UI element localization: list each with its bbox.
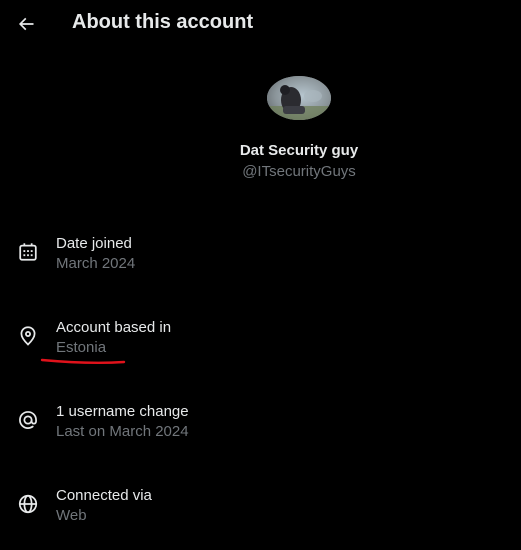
- username-handle: @ITsecurityGuys: [242, 163, 356, 180]
- display-name: Dat Security guy: [239, 142, 359, 159]
- detail-label: Date joined: [56, 235, 132, 252]
- globe-icon: [18, 494, 38, 514]
- detail-label: Connected via: [56, 487, 152, 504]
- detail-value: Last on March 2024: [56, 423, 189, 440]
- red-underline-annotation: [40, 358, 126, 365]
- detail-row-connected-via: Connected via Web: [0, 487, 521, 531]
- detail-label: 1 username change: [56, 403, 189, 420]
- avatar[interactable]: [267, 76, 331, 120]
- detail-row-username-change: 1 username change Last on March 2024: [0, 403, 521, 447]
- detail-row-date-joined: Date joined March 2024: [0, 235, 521, 279]
- page-title: About this account: [72, 11, 254, 33]
- detail-value: March 2024: [56, 255, 136, 272]
- at-sign-icon: [19, 411, 37, 429]
- arrow-left-icon: [18, 17, 34, 31]
- calendar-icon: [19, 243, 37, 261]
- detail-label: Account based in: [56, 319, 172, 336]
- top-bar: About this account: [0, 0, 521, 48]
- profile-summary: Dat Security guy @ITsecurityGuys: [150, 76, 448, 180]
- back-button[interactable]: [10, 8, 42, 40]
- detail-value: Web: [56, 507, 87, 524]
- location-pin-icon: [20, 326, 36, 346]
